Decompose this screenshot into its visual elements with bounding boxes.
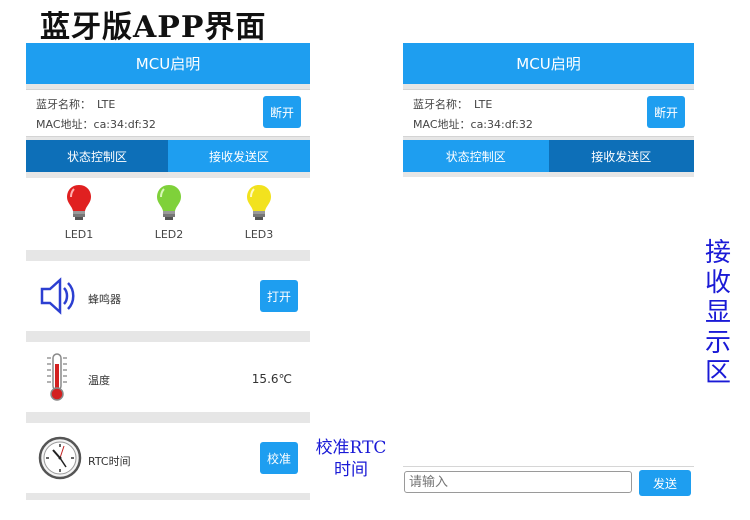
- led3-label: LED3: [244, 228, 274, 241]
- temperature-label: 温度: [88, 374, 110, 387]
- message-input[interactable]: [404, 471, 632, 493]
- bluetooth-name-value: LTE: [97, 98, 116, 111]
- receive-display-area[interactable]: [403, 177, 694, 467]
- mac-address-value: ca:34:df:32: [93, 118, 156, 131]
- send-input-bar: 发送: [403, 466, 694, 500]
- temperature-value: 15.6℃: [251, 372, 292, 386]
- tab-receive-send[interactable]: 接收发送区: [168, 140, 310, 172]
- rtc-label: RTC时间: [88, 455, 131, 468]
- tab-status-control[interactable]: 状态控制区: [26, 140, 168, 172]
- tab-bar: 状态控制区 接收发送区: [26, 140, 310, 172]
- receive-area-annotation: 接收显示区: [704, 238, 731, 388]
- disconnect-button[interactable]: 断开: [263, 96, 301, 128]
- send-button[interactable]: 发送: [639, 470, 691, 496]
- buzzer-card: 蜂鸣器 打开: [26, 261, 310, 331]
- led1-bulb-icon: [67, 185, 91, 220]
- mac-address-line: MAC地址：ca:34:df:32: [36, 116, 156, 132]
- mac-address-line: MAC地址：ca:34:df:32: [413, 116, 533, 132]
- temperature-card: 温度 15.6℃: [26, 342, 310, 412]
- connection-info-card: 蓝牙名称： LTE MAC地址：ca:34:df:32 断开: [403, 89, 694, 137]
- led1-label: LED1: [64, 228, 94, 241]
- clock-icon: [38, 436, 82, 480]
- app-title: MCU启明: [516, 55, 581, 73]
- buzzer-open-button[interactable]: 打开: [260, 280, 298, 312]
- rtc-calibration-annotation: 校准RTC 时间: [312, 437, 390, 481]
- mac-address-label: MAC地址：: [413, 118, 471, 131]
- left-phone-screen: MCU启明 蓝牙名称： LTE MAC地址：ca:34:df:32 断开 状态控制…: [26, 43, 310, 500]
- page-title: 蓝牙版APP界面: [40, 10, 267, 45]
- connection-info-card: 蓝牙名称： LTE MAC地址：ca:34:df:32 断开: [26, 89, 310, 137]
- tab-status-control[interactable]: 状态控制区: [403, 140, 549, 172]
- app-title-bar: MCU启明: [26, 43, 310, 84]
- tab-receive-send[interactable]: 接收发送区: [548, 140, 694, 172]
- led2-label: LED2: [154, 228, 184, 241]
- rtc-annotation-line1: 校准RTC: [315, 438, 387, 458]
- mac-address-label: MAC地址：: [36, 118, 94, 131]
- led3-bulb-icon: [247, 185, 271, 220]
- right-phone-screen: MCU启明 蓝牙名称： LTE MAC地址：ca:34:df:32 断开 状态控制…: [403, 43, 694, 500]
- bluetooth-name-line: 蓝牙名称： LTE: [413, 96, 492, 112]
- led2-bulb-icon: [157, 185, 181, 220]
- app-title: MCU启明: [135, 55, 201, 73]
- mac-address-value: ca:34:df:32: [470, 118, 533, 131]
- led1-toggle[interactable]: LED1: [54, 184, 104, 241]
- bluetooth-name-line: 蓝牙名称： LTE: [36, 96, 115, 112]
- rtc-card: RTC时间 校准: [26, 423, 310, 493]
- speaker-icon: [40, 277, 75, 315]
- tab-bar: 状态控制区 接收发送区: [403, 140, 694, 172]
- led2-toggle[interactable]: LED2: [144, 184, 194, 241]
- bluetooth-name-value: LTE: [474, 98, 493, 111]
- rtc-calibrate-button[interactable]: 校准: [260, 442, 298, 474]
- thermometer-icon: [47, 353, 67, 401]
- app-title-bar: MCU启明: [403, 43, 694, 84]
- buzzer-label: 蜂鸣器: [88, 293, 121, 306]
- rtc-annotation-line2: 时间: [334, 460, 368, 480]
- disconnect-button[interactable]: 断开: [647, 96, 685, 128]
- led3-toggle[interactable]: LED3: [234, 184, 284, 241]
- bluetooth-name-label: 蓝牙名称：: [413, 98, 468, 111]
- bluetooth-name-label: 蓝牙名称：: [36, 98, 91, 111]
- led-card: LED1 LED2 LED3: [26, 178, 310, 250]
